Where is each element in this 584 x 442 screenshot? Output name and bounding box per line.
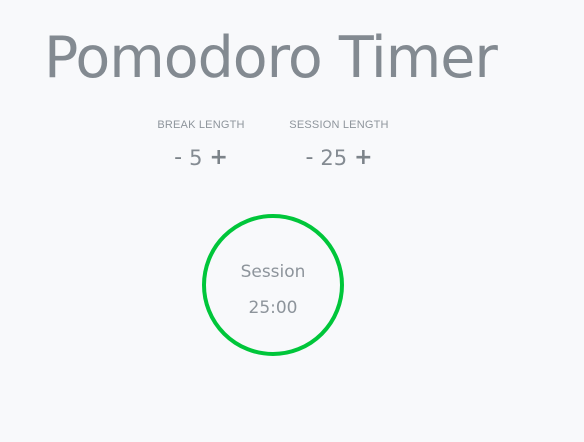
break-decrement-button[interactable]: -: [170, 145, 186, 171]
break-increment-button[interactable]: +: [205, 145, 231, 171]
session-increment-button[interactable]: +: [350, 145, 376, 171]
timer-mode-label: Session: [240, 262, 306, 282]
break-length-row: - 5 +: [131, 145, 271, 171]
session-length-control: SESSION LENGTH - 25 +: [269, 117, 409, 171]
pomodoro-app: Pomodoro Timer BREAK LENGTH - 5 + SESSIO…: [0, 0, 584, 442]
timer-ring-button[interactable]: Session 25:00: [202, 214, 344, 356]
session-length-label: SESSION LENGTH: [289, 119, 389, 131]
timer-time-display: 25:00: [248, 298, 298, 318]
session-decrement-button[interactable]: -: [301, 145, 317, 171]
break-length-control: BREAK LENGTH - 5 +: [131, 117, 271, 171]
page-title: Pomodoro Timer: [44, 25, 498, 91]
break-length-label: BREAK LENGTH: [157, 119, 245, 131]
session-length-value: 25: [320, 146, 348, 170]
break-length-value: 5: [189, 146, 203, 170]
session-length-row: - 25 +: [269, 145, 409, 171]
